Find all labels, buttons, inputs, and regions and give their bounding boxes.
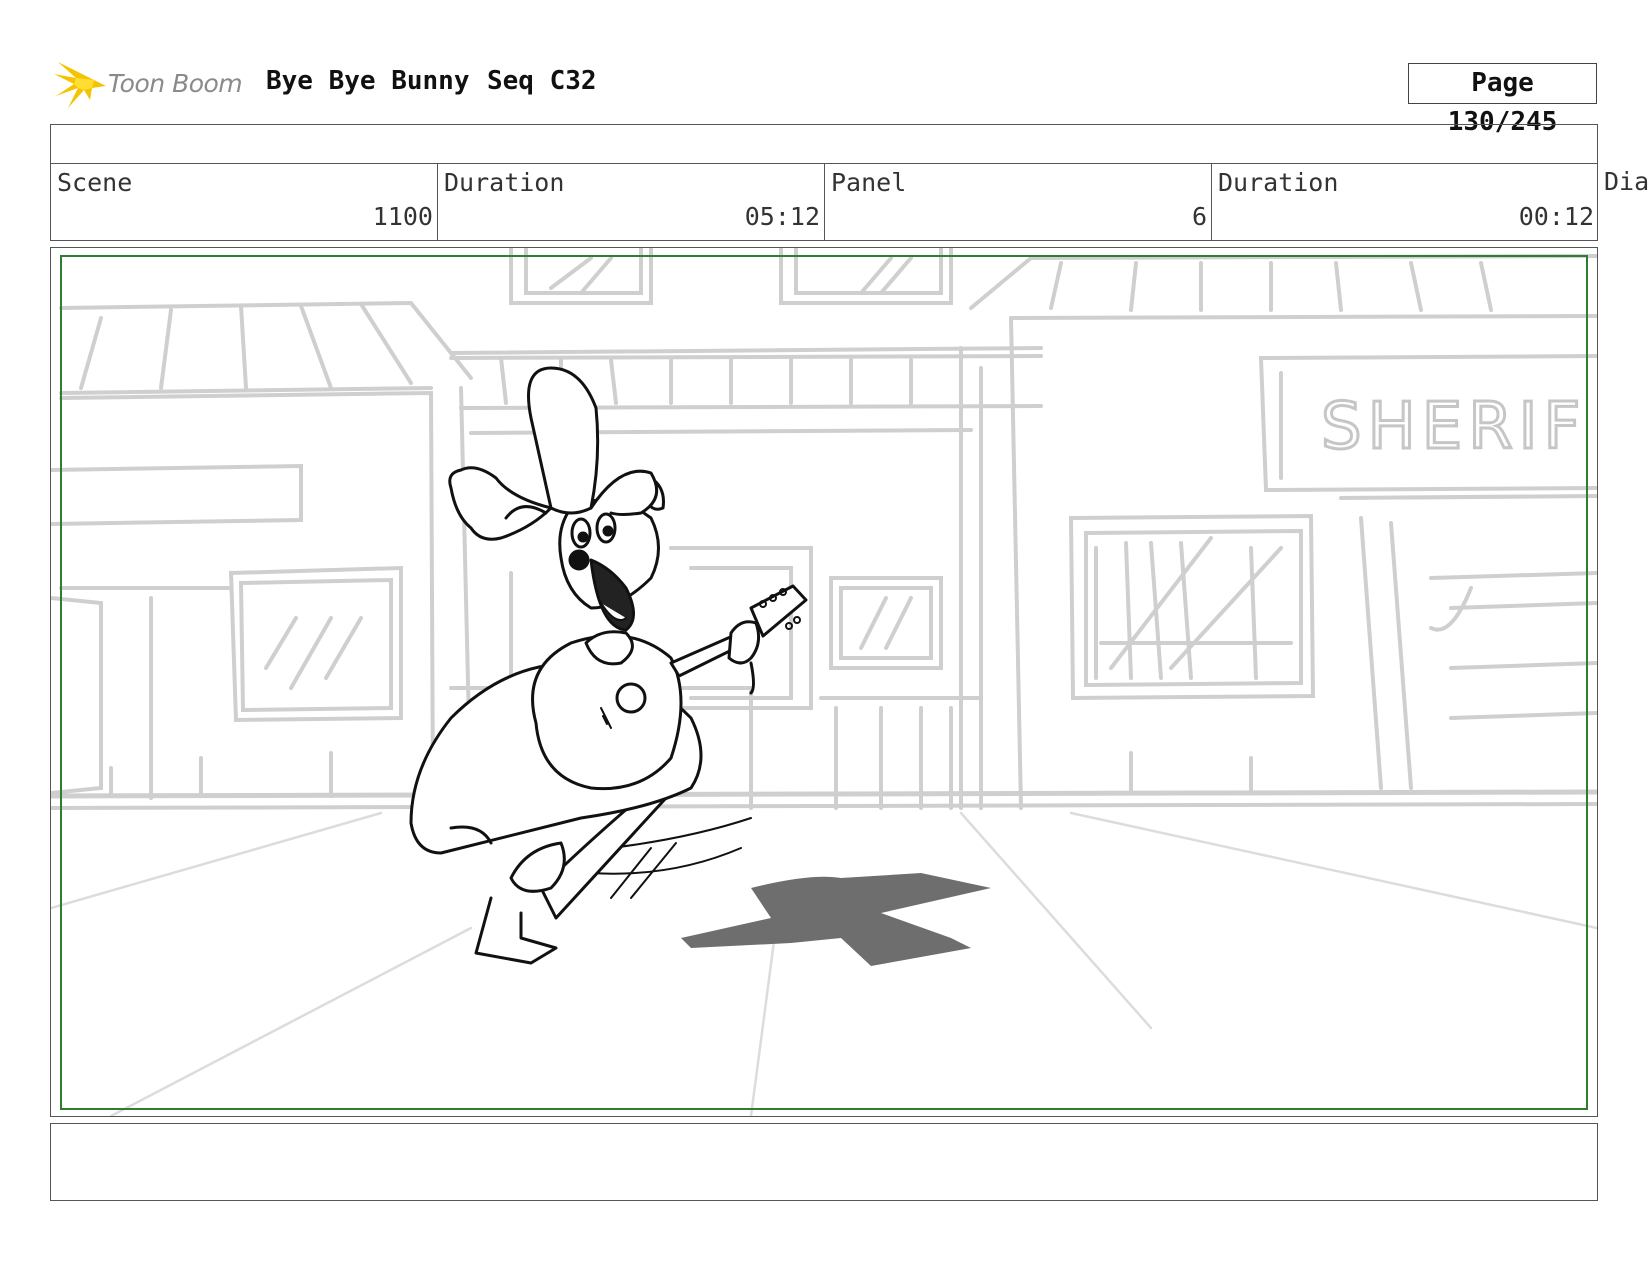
cross-shadow: [681, 873, 991, 966]
panel-cell: Panel 6: [825, 164, 1212, 240]
dialog-label: Dia: [1604, 167, 1650, 196]
storyboard-sketch: SHERIF: [51, 248, 1597, 1116]
scene-value: 1100: [372, 202, 433, 231]
sequence-label: Seq C32: [487, 66, 597, 96]
project-title: Bye Bye Bunny: [266, 66, 470, 96]
sheriff-sign-text: SHERIF: [1321, 390, 1586, 464]
scene-duration-cell: Duration 05:12: [438, 164, 825, 240]
notes-box: [50, 1123, 1598, 1201]
toon-boom-logo: Toon Boom: [54, 56, 254, 112]
panel-duration-value: 00:12: [1518, 202, 1594, 231]
logo-text: Toon Boom: [108, 69, 243, 98]
scene-duration-label: Duration: [444, 168, 565, 197]
header-blank-row: [50, 124, 1598, 164]
panel-duration-cell: Duration 00:12: [1212, 164, 1598, 240]
cowboy-guitarist-character: [409, 366, 808, 965]
background-buildings: [51, 248, 1597, 1116]
panel-label: Panel: [831, 168, 907, 197]
sunburst-logo-icon: [54, 62, 106, 108]
panel-duration-label: Duration: [1218, 168, 1339, 197]
page-number: Page 130/245: [1408, 63, 1597, 137]
scene-label: Scene: [57, 168, 133, 197]
scene-cell: Scene 1100: [51, 164, 438, 240]
scene-duration-value: 05:12: [744, 202, 820, 231]
safe-frame: [60, 255, 1588, 1110]
panel-info-row: Scene 1100 Duration 05:12 Panel 6 Durati…: [50, 163, 1598, 241]
storyboard-panel-image: SHERIF: [50, 247, 1598, 1117]
panel-value: 6: [1191, 202, 1207, 231]
